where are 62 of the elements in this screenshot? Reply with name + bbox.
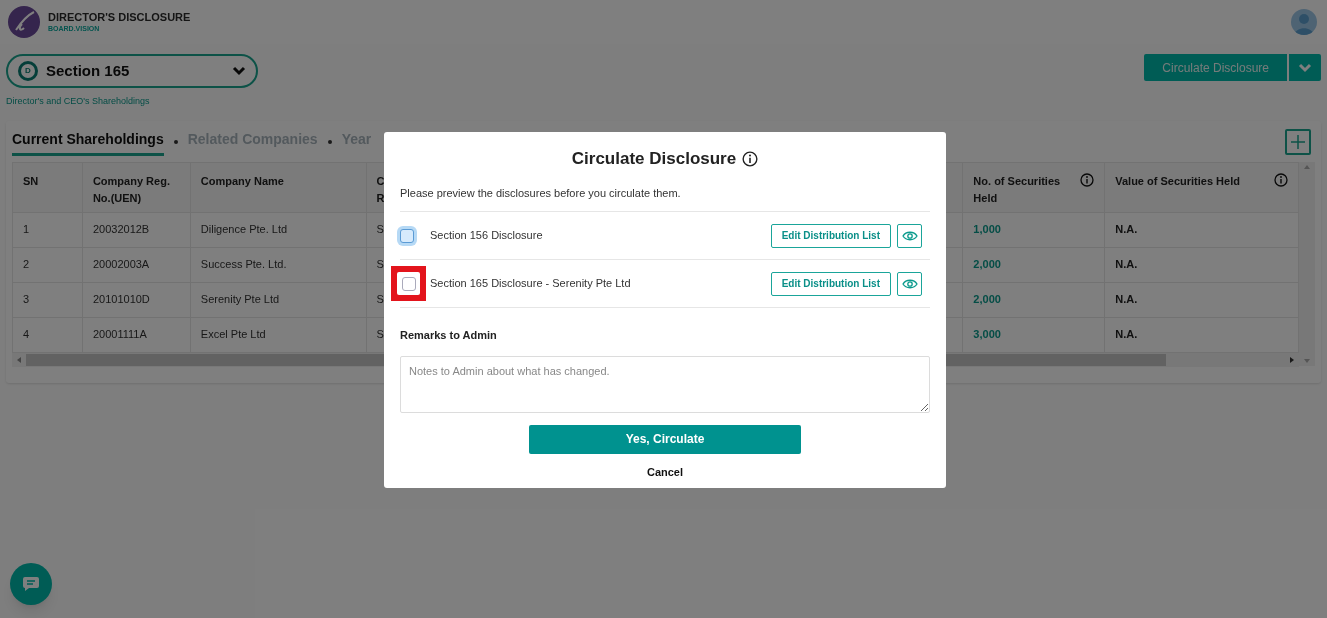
table-cell: Success Pte. Ltd. [200, 258, 287, 271]
table-cell: N.A. [1115, 223, 1138, 236]
edit-distribution-list-button[interactable]: Edit Distribution List [770, 271, 891, 296]
table-cell: 3,000 [973, 328, 1001, 341]
table-cell: 20001111A [92, 328, 147, 341]
cancel-button[interactable]: Cancel [646, 463, 684, 480]
remarks-field[interactable]: Notes to Admin about what has changed. [400, 355, 930, 413]
eye-icon [901, 229, 918, 242]
table-cell: 2,000 [973, 293, 1001, 306]
table-cell: 20101010D [92, 293, 150, 306]
edit-distribution-list-button[interactable]: Edit Distribution List [770, 223, 891, 248]
checkbox[interactable] [400, 228, 414, 243]
column-header: Company Name [200, 173, 284, 189]
table-cell: Excel Pte Ltd [200, 328, 266, 341]
disclosure-label: Section 165 Disclosure - Serenity Pte Ltd [430, 276, 632, 292]
preview-button[interactable] [897, 223, 922, 248]
table-cell: Diligence Pte. Ltd [200, 223, 288, 236]
chat-icon [22, 576, 40, 592]
column-header: C R [376, 173, 385, 206]
table-cell: 2,000 [973, 258, 1001, 271]
tab[interactable]: Current Shareholdings [12, 128, 164, 156]
table-cell: Serenity Pte Ltd [200, 293, 280, 306]
logo-icon [8, 6, 40, 38]
remarks-label: Remarks to Admin [400, 328, 498, 343]
eye-icon [901, 277, 918, 290]
table-cell: 20002003A [92, 258, 150, 271]
avatar-icon[interactable] [1291, 9, 1317, 35]
yes-circulate-button[interactable]: Yes, Circulate [529, 424, 801, 454]
section-badge: D [18, 61, 38, 81]
chevron-down-icon [1298, 62, 1312, 73]
checkbox[interactable] [401, 276, 416, 291]
table-cell: N.A. [1115, 328, 1138, 341]
table-cell: 4 [23, 328, 30, 341]
table-cell: N.A. [1115, 258, 1138, 271]
table-cell: S [376, 223, 384, 236]
add-button[interactable] [1285, 129, 1311, 155]
dialog-title: Circulate Disclosure [571, 148, 737, 170]
preview-button[interactable] [897, 271, 922, 296]
table-cell: 1,000 [973, 223, 1001, 236]
column-header: SN [23, 173, 39, 189]
vertical-scrollbar[interactable] [1299, 161, 1315, 366]
section-dropdown[interactable]: D Section 165 [6, 54, 258, 88]
column-header: Value of Securities Held [1115, 173, 1240, 189]
column-header: No. of Securities Held [973, 173, 1061, 206]
table-cell: S [376, 293, 384, 306]
breadcrumb-text: Director's and CEO's Shareholdings [6, 95, 151, 108]
chevron-down-icon [232, 66, 246, 76]
column-header: Company Reg. No.(UEN) [92, 173, 170, 206]
intro-text: Please preview the disclosures before you circulate them. [400, 185, 682, 201]
table-cell: 2 [23, 258, 30, 271]
table-cell: 1 [23, 223, 30, 236]
table-cell: N.A. [1115, 293, 1138, 306]
chat-button[interactable] [10, 563, 52, 605]
table-cell: S [376, 328, 384, 341]
table-cell: S [376, 258, 384, 271]
app-title: DIRECTOR'S DISCLOSURE [48, 12, 191, 23]
plus-icon [1290, 134, 1306, 150]
table-cell: 3 [23, 293, 30, 306]
info-icon [742, 150, 759, 167]
disclosure-label: Section 156 Disclosure [430, 228, 544, 244]
table-cell: 20032012B [92, 223, 150, 236]
dropdown-button[interactable] [1289, 54, 1321, 81]
